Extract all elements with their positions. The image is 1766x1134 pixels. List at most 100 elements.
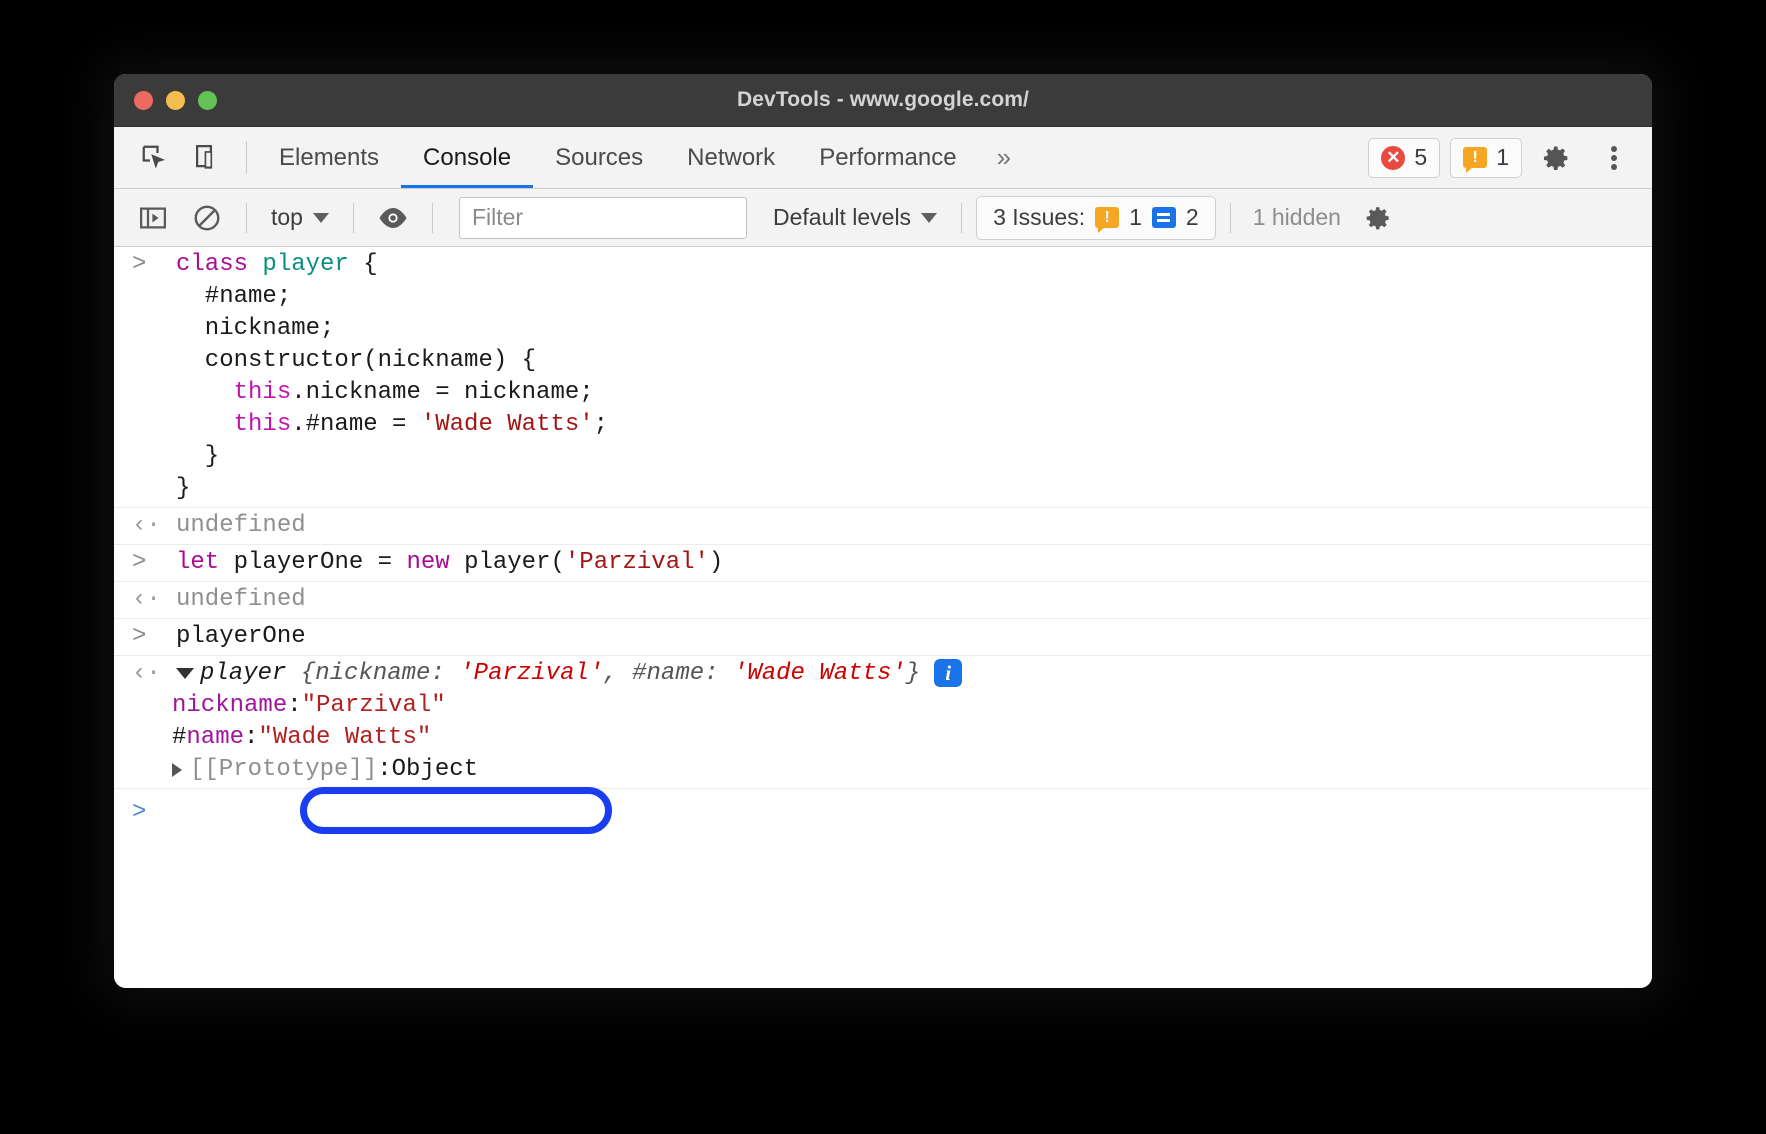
execution-context-selector[interactable]: top — [261, 204, 339, 231]
property-value: "Wade Watts" — [258, 722, 431, 754]
console-message-row: ‹·undefined — [114, 584, 1652, 616]
code-token: constructor(nickname) { — [176, 347, 536, 374]
object-class-name: player — [200, 660, 286, 687]
result-arrow-icon: ‹· — [128, 510, 176, 542]
close-button[interactable] — [134, 91, 153, 110]
maximize-button[interactable] — [198, 91, 217, 110]
code-token: ) — [709, 549, 723, 576]
devtools-window: DevTools - www.google.com/ Elements — [114, 74, 1652, 988]
property-name: nickname — [172, 690, 287, 722]
prototype-separator: : — [377, 754, 391, 786]
input-arrow-icon: > — [128, 621, 176, 653]
console-message-text: undefined — [176, 510, 316, 542]
kebab-glyph — [1610, 143, 1618, 173]
code-token: let — [176, 549, 219, 576]
property-separator: : — [244, 722, 258, 754]
input-arrow-icon: > — [128, 547, 176, 579]
object-prototype-row[interactable]: [[Prototype]]: Object — [114, 754, 1652, 786]
issues-label: 3 Issues: — [993, 204, 1085, 231]
object-preview-row[interactable]: ‹· player {nickname: 'Parzival', #name: … — [114, 658, 1652, 690]
code-token: this — [234, 411, 292, 438]
object-preview-content: player {nickname: 'Parzival', #name: 'Wa… — [176, 658, 972, 690]
code-token: } — [176, 443, 219, 470]
console-messages: >class player { #name; nickname; constru… — [114, 247, 1652, 656]
property-value: "Parzival" — [302, 690, 446, 722]
issues-chip[interactable]: 3 Issues: ! 1 2 — [976, 196, 1216, 240]
error-count-chip[interactable]: ✕ 5 — [1368, 138, 1440, 178]
tabstrip-divider — [246, 141, 247, 174]
kebab-menu-icon[interactable] — [1590, 143, 1638, 173]
code-token: this — [234, 379, 292, 406]
log-level-selector[interactable]: Default levels — [763, 204, 947, 231]
info-badge-icon[interactable]: i — [934, 659, 962, 687]
collapse-triangle-icon[interactable] — [172, 763, 182, 777]
object-property-row[interactable]: nickname: "Parzival" — [114, 690, 1652, 722]
inspect-element-icon[interactable] — [128, 127, 182, 188]
code-token: 'Parzival' — [565, 549, 709, 576]
expand-triangle-icon[interactable] — [176, 668, 194, 679]
issues-warning-icon: ! — [1095, 207, 1119, 228]
eye-icon[interactable] — [368, 196, 418, 240]
more-tabs-button[interactable]: » — [979, 127, 1029, 188]
console-object-result: ‹· player {nickname: 'Parzival', #name: … — [114, 656, 1652, 789]
code-token — [176, 411, 234, 438]
console-input-message: >class player { #name; nickname; constru… — [114, 247, 1652, 508]
console-toolbar: top Default levels 3 Issues: ! — [114, 189, 1652, 247]
code-token: { — [349, 251, 378, 278]
console-message-text: let playerOne = new player('Parzival') — [176, 547, 733, 579]
code-token — [176, 379, 234, 406]
console-message-text: undefined — [176, 584, 316, 616]
devtools-tabstrip: Elements Console Sources Network Perform… — [114, 127, 1652, 189]
error-icon: ✕ — [1381, 146, 1405, 170]
toolbar-divider-5 — [1230, 203, 1231, 233]
panel-tabs: Elements Console Sources Network Perform… — [257, 127, 1029, 188]
code-token: playerOne = — [219, 549, 406, 576]
console-settings-gear-icon[interactable] — [1353, 196, 1403, 240]
clear-console-icon[interactable] — [182, 196, 232, 240]
inspect-element-glyph — [140, 143, 170, 173]
code-token: .#name = — [291, 411, 421, 438]
object-property-row-highlighted[interactable]: #name: "Wade Watts" — [114, 722, 1652, 754]
tab-network[interactable]: Network — [665, 127, 797, 188]
console-prompt[interactable]: > — [114, 789, 1652, 837]
console-output-message: ‹·undefined — [114, 508, 1652, 545]
eye-glyph — [376, 205, 410, 231]
tab-sources[interactable]: Sources — [533, 127, 665, 188]
prototype-label: [[Prototype]] — [190, 754, 377, 786]
error-count-label: 5 — [1414, 144, 1427, 171]
property-separator: : — [287, 690, 301, 722]
issues-info-count: 2 — [1186, 204, 1199, 231]
warning-count-chip[interactable]: ! 1 — [1450, 138, 1522, 178]
filter-input[interactable] — [459, 197, 747, 239]
preview-key-2: #name: — [632, 660, 733, 687]
property-name: name — [186, 722, 244, 754]
warning-icon: ! — [1463, 147, 1487, 168]
console-output-message: ‹·undefined — [114, 582, 1652, 619]
code-token: } — [176, 475, 190, 502]
device-toolbar-glyph — [194, 143, 224, 173]
console-input-message: >let playerOne = new player('Parzival') — [114, 545, 1652, 582]
minimize-button[interactable] — [166, 91, 185, 110]
result-arrow-icon: ‹· — [128, 584, 176, 616]
prototype-value: Object — [392, 754, 478, 786]
tab-elements[interactable]: Elements — [257, 127, 401, 188]
tab-performance[interactable]: Performance — [797, 127, 978, 188]
hidden-messages-label: 1 hidden — [1245, 204, 1349, 231]
gear-glyph — [1362, 202, 1394, 234]
code-token: undefined — [176, 586, 306, 613]
toolbar-divider-2 — [353, 203, 354, 233]
clear-console-glyph — [192, 203, 222, 233]
code-token: class — [176, 251, 262, 278]
code-token: #name; — [176, 283, 291, 310]
code-token: new — [406, 549, 449, 576]
tab-console[interactable]: Console — [401, 127, 533, 188]
private-field-hash: # — [172, 722, 186, 754]
issues-info-icon — [1152, 207, 1176, 228]
console-sidebar-icon[interactable] — [128, 196, 178, 240]
traffic-light-group — [114, 91, 217, 110]
device-toolbar-icon[interactable] — [182, 127, 236, 188]
code-token: nickname; — [176, 315, 334, 342]
console-input-message: >playerOne — [114, 619, 1652, 656]
devtools-settings-gear-icon[interactable] — [1532, 141, 1580, 175]
console-message-list[interactable]: > class player { #name; nickname; constru… — [114, 247, 1652, 988]
